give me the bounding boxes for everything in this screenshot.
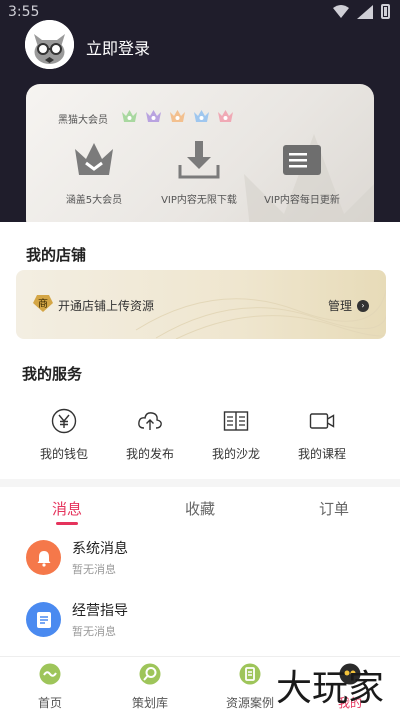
case-icon bbox=[239, 663, 261, 685]
tab-orders[interactable]: 订单 bbox=[294, 498, 374, 519]
vip-feature-members: 涵盖5大会员 bbox=[44, 139, 144, 206]
tab-favorites[interactable]: 收藏 bbox=[160, 498, 240, 519]
vip-feature-download: VIP内容无限下载 bbox=[149, 139, 249, 206]
message-title: 系统消息 bbox=[72, 541, 128, 557]
shop-badge-icon: 商 bbox=[33, 295, 53, 312]
crown-pink-icon bbox=[218, 110, 233, 122]
vip-label: 黑猫大会员 bbox=[58, 115, 108, 126]
tab-messages[interactable]: 消息 bbox=[27, 498, 107, 519]
shop-section-title: 我的店铺 bbox=[26, 246, 87, 264]
message-item-guidance[interactable]: 经营指导 暂无消息 bbox=[26, 600, 376, 640]
download-icon bbox=[178, 141, 220, 179]
status-bar: 3:55 bbox=[0, 0, 400, 24]
crown-blue-icon bbox=[194, 110, 209, 122]
manage-button[interactable]: 管理 › bbox=[328, 297, 369, 314]
service-courses[interactable]: 我的课程 bbox=[279, 408, 365, 462]
services-section-title: 我的服务 bbox=[22, 365, 83, 383]
service-wallet[interactable]: 我的钱包 bbox=[21, 408, 107, 462]
bell-icon bbox=[26, 540, 61, 575]
home-icon bbox=[39, 663, 61, 685]
svg-text:商: 商 bbox=[38, 297, 48, 310]
message-subtitle: 暂无消息 bbox=[72, 625, 116, 638]
cat-avatar-icon bbox=[25, 20, 74, 69]
service-publish[interactable]: 我的发布 bbox=[107, 408, 193, 462]
crown-orange-icon bbox=[170, 110, 185, 122]
svg-text:大玩家: 大玩家 bbox=[276, 668, 384, 708]
section-divider bbox=[0, 479, 400, 487]
status-icons bbox=[333, 4, 390, 19]
member-crowns bbox=[121, 108, 234, 123]
battery-icon bbox=[381, 4, 390, 19]
service-salon[interactable]: 我的沙龙 bbox=[193, 408, 279, 462]
signal-icon bbox=[357, 4, 373, 19]
message-title: 经营指导 bbox=[72, 603, 128, 619]
open-shop-banner[interactable]: 商 开通店铺上传资源 管理 › bbox=[16, 270, 386, 339]
message-subtitle: 暂无消息 bbox=[72, 563, 116, 576]
watermark-logo: 大玩家 bbox=[276, 668, 384, 708]
book-icon bbox=[223, 411, 249, 431]
chevron-right-icon: › bbox=[357, 299, 369, 312]
crown-green-icon bbox=[122, 110, 137, 122]
avatar[interactable] bbox=[25, 20, 74, 69]
wifi-icon bbox=[333, 4, 349, 18]
content-sheet: 我的店铺 商 开通店铺上传资源 管理 › 我的服务 我的钱包 我的发布 我的沙龙… bbox=[0, 222, 400, 712]
active-tab-indicator bbox=[56, 522, 78, 525]
open-shop-text: 开通店铺上传资源 bbox=[58, 299, 155, 313]
crown-purple-icon bbox=[146, 110, 161, 122]
nav-planning-library[interactable]: 策划库 bbox=[110, 663, 190, 711]
video-icon bbox=[309, 413, 335, 429]
vip-feature-daily-update: VIP内容每日更新 bbox=[252, 139, 352, 206]
status-time: 3:55 bbox=[8, 4, 40, 20]
tab-bar: 消息 收藏 订单 bbox=[0, 498, 400, 528]
document-stack-icon bbox=[283, 145, 321, 175]
message-item-system[interactable]: 系统消息 暂无消息 bbox=[26, 538, 376, 578]
search-icon bbox=[139, 663, 161, 685]
nav-home[interactable]: 首页 bbox=[10, 663, 90, 711]
yen-icon bbox=[51, 408, 77, 434]
document-icon bbox=[26, 602, 61, 637]
crown-icon bbox=[75, 143, 113, 175]
manage-label: 管理 bbox=[327, 299, 352, 313]
login-link[interactable]: 立即登录 bbox=[86, 35, 150, 59]
cloud-upload-icon bbox=[138, 412, 162, 430]
vip-card[interactable]: 黑猫大会员 涵盖5大会员 VIP内容无限下载 VIP内容每日更新 bbox=[26, 84, 374, 234]
